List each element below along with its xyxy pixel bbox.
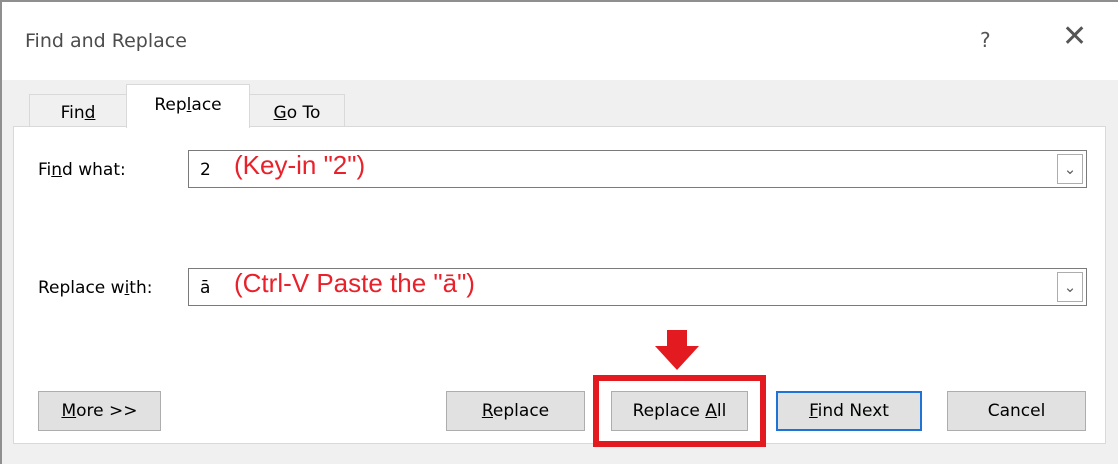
replace-button[interactable]: Replace: [446, 391, 585, 431]
tab-find-label: Find: [60, 103, 96, 123]
find-dropdown-button[interactable]: ⌄: [1057, 154, 1083, 184]
cancel-button[interactable]: Cancel: [947, 391, 1086, 431]
close-button[interactable]: ✕: [1062, 19, 1087, 54]
replace-dropdown-button[interactable]: ⌄: [1057, 272, 1083, 302]
chevron-down-icon: ⌄: [1063, 160, 1077, 178]
chevron-down-icon: ⌄: [1063, 278, 1077, 296]
dialog-title: Find and Replace: [25, 30, 187, 52]
replace-with-label: Replace with:: [38, 278, 153, 298]
replace-all-button[interactable]: Replace All: [611, 391, 748, 431]
down-arrow-icon: [655, 330, 699, 370]
tab-replace[interactable]: Replace: [126, 84, 250, 128]
tab-find[interactable]: Find: [29, 94, 127, 128]
more-button[interactable]: More >>: [38, 391, 161, 431]
find-annotation: (Key-in "2"): [234, 150, 366, 180]
tab-goto-label: Go To: [273, 103, 321, 123]
tab-replace-label: Replace: [154, 95, 222, 115]
help-button[interactable]: ?: [980, 28, 991, 52]
find-next-button[interactable]: Find Next: [776, 391, 922, 431]
find-what-value: 2: [200, 160, 211, 180]
replace-with-value: ā: [200, 278, 211, 298]
replace-annotation: (Ctrl-V Paste the "ā"): [234, 268, 475, 298]
tab-goto[interactable]: Go To: [249, 94, 345, 128]
find-what-label: Find what:: [38, 160, 126, 180]
